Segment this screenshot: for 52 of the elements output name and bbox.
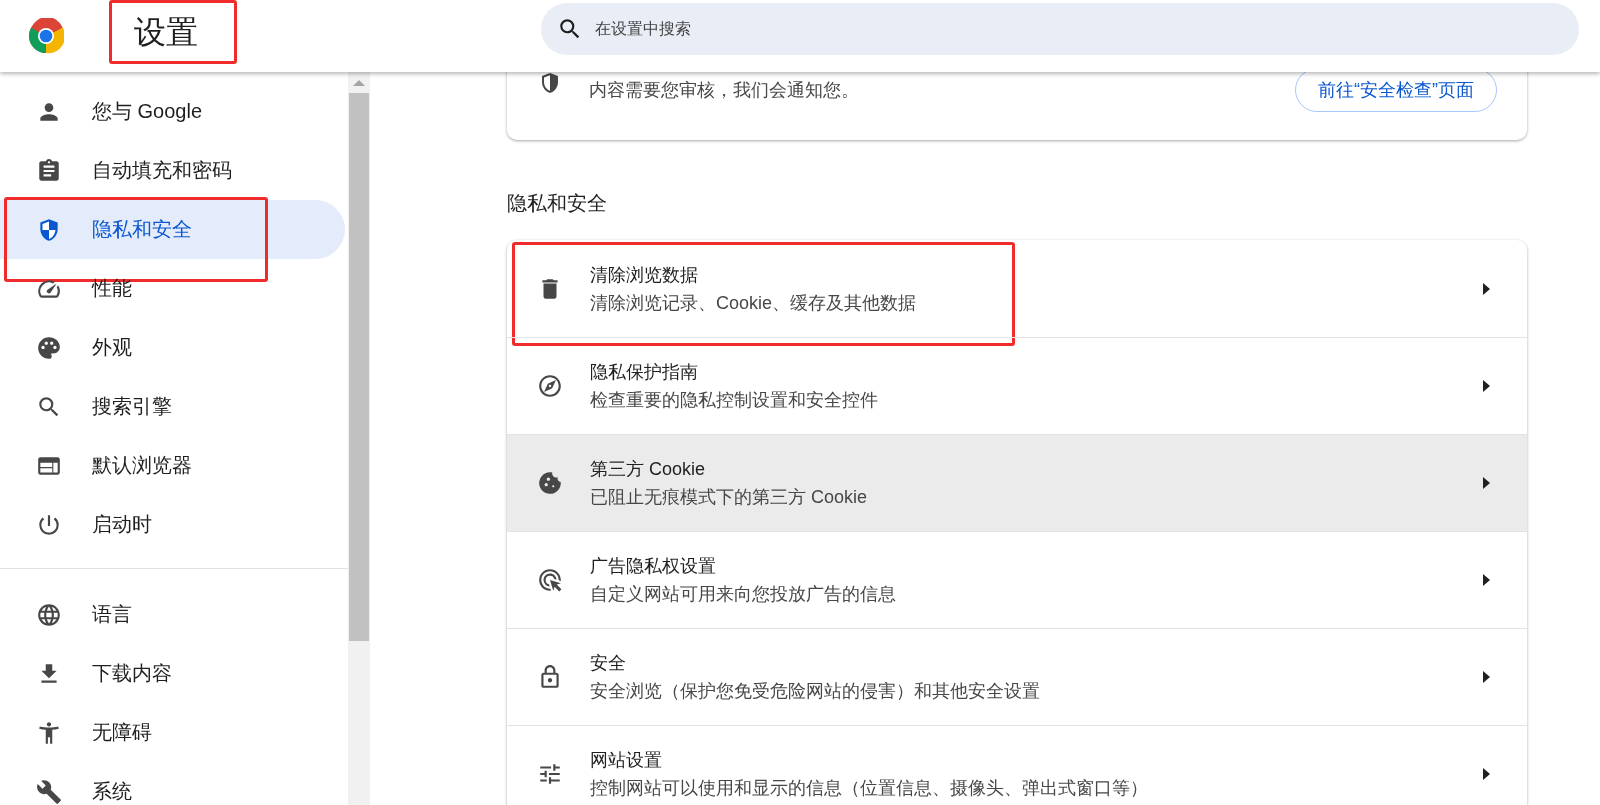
clipboard-icon (36, 157, 62, 184)
row-description: 检查重要的隐私控制设置和安全控件 (590, 389, 879, 411)
sidebar-item[interactable]: 自动填充和密码 (0, 141, 345, 200)
safety-check-button[interactable]: 前往“安全检查”页面 (1295, 72, 1497, 112)
caret-icon (1483, 282, 1490, 295)
search-field[interactable]: 在设置中搜索 (593, 19, 1579, 39)
sidebar-item[interactable]: 隐私和安全 (0, 200, 345, 259)
row-title: 广告隐私权设置 (590, 555, 717, 577)
sidebar-item[interactable]: 语言 (0, 585, 345, 644)
sliders-icon (537, 761, 563, 787)
wrench-icon (36, 778, 62, 805)
caret-icon (1483, 574, 1490, 586)
sidebar-item[interactable]: 系统 (0, 762, 345, 805)
sidebar-item[interactable]: 外观 (0, 318, 345, 377)
caret-icon (1483, 380, 1490, 392)
cursor-click-icon (537, 567, 563, 593)
globe-icon (36, 601, 62, 628)
accessibility-icon (36, 719, 62, 746)
sidebar-item[interactable]: 下载内容 (0, 644, 345, 703)
row-title: 第三方 Cookie (590, 458, 707, 480)
settings-row[interactable]: 安全 安全浏览（保护您免受危险网站的侵害）和其他安全设置 (507, 628, 1527, 725)
sidebar-item[interactable]: 启动时 (0, 495, 345, 554)
caret-icon (1483, 477, 1490, 489)
sidebar-item[interactable]: 无障碍 (0, 703, 345, 762)
search-bar[interactable]: 在设置中搜索 (541, 3, 1579, 55)
settings-row[interactable]: 第三方 Cookie 已阻止无痕模式下的第三方 Cookie (507, 434, 1527, 531)
caret-icon (1483, 671, 1490, 683)
sidebar-item[interactable]: 默认浏览器 (0, 436, 345, 495)
row-description: 自定义网站可用来向您投放广告的信息 (590, 583, 897, 605)
sidebar-item[interactable]: 您与 Google (0, 82, 345, 141)
page-title: 设置 (134, 13, 198, 52)
row-title: 隐私保护指南 (590, 361, 699, 383)
row-description: 已阻止无痕模式下的第三方 Cookie (590, 486, 869, 508)
scrollbar[interactable] (348, 72, 370, 805)
palette-icon (36, 334, 62, 361)
row-title: 网站设置 (590, 749, 663, 771)
caret-icon (1483, 768, 1490, 780)
settings-row[interactable]: 网站设置 控制网站可以使用和显示的信息（位置信息、摄像头、弹出式窗口等） (507, 725, 1527, 805)
card-text: 内容需要您审核，我们会通知您。 (589, 80, 860, 100)
section-title: 隐私和安全 (507, 191, 608, 216)
row-description: 清除浏览记录、Cookie、缓存及其他数据 (590, 291, 918, 314)
settings-row[interactable]: 广告隐私权设置 自定义网站可用来向您投放广告的信息 (507, 531, 1527, 628)
compass-icon (537, 373, 563, 399)
row-description: 安全浏览（保护您免受危险网站的侵害）和其他安全设置 (590, 680, 1041, 702)
sidebar-item[interactable]: 搜索引擎 (0, 377, 345, 436)
cookie-icon (537, 470, 563, 496)
row-title: 清除浏览数据 (590, 263, 699, 286)
row-title: 安全 (590, 652, 627, 674)
browser-logo-icon (28, 18, 64, 54)
sidebar-item[interactable]: 性能 (0, 259, 345, 318)
row-description: 控制网站可以使用和显示的信息（位置信息、摄像头、弹出式窗口等） (590, 777, 1149, 799)
settings-row[interactable]: 清除浏览数据 清除浏览记录、Cookie、缓存及其他数据 (507, 240, 1527, 337)
